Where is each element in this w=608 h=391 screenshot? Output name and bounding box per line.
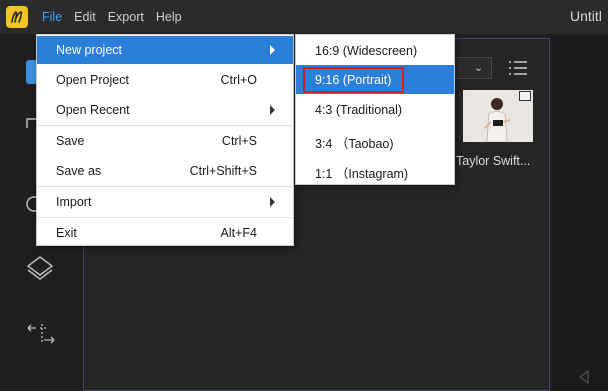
menu-item-save-as[interactable]: Save as Ctrl+Shift+S: [37, 157, 293, 185]
submenu-arrow-icon: [270, 45, 275, 55]
menu-help[interactable]: Help: [150, 0, 188, 34]
aspect-option-label: 16:9 (Widescreen): [315, 44, 418, 58]
aspect-option-label: 3:4 （Taobao): [315, 137, 394, 151]
aspect-option-label: 4:3 (Traditional): [315, 103, 403, 117]
play-back-icon[interactable]: [578, 370, 590, 384]
list-view-icon[interactable]: [508, 60, 528, 76]
menu-item-label: Save as: [56, 164, 102, 178]
menu-item-label: Open Recent: [56, 103, 130, 117]
menu-export[interactable]: Export: [102, 0, 150, 34]
new-project-submenu: 16:9 (Widescreen) 9:16 (Portrait) 4:3 (T…: [295, 34, 455, 185]
menu-file[interactable]: File: [36, 0, 68, 34]
title-bar: File Edit Export Help Untitl: [0, 0, 608, 34]
video-badge-icon: [519, 91, 531, 101]
menu-item-shortcut: Ctrl+S: [221, 134, 257, 148]
menu-item-exit[interactable]: Exit Alt+F4: [37, 219, 293, 247]
overlay-tool-icon[interactable]: [26, 254, 54, 285]
menu-item-shortcut: Alt+F4: [220, 226, 257, 240]
menu-item-label: New project: [56, 43, 122, 57]
menu-separator: [38, 217, 292, 218]
menu-item-label: Open Project: [56, 73, 129, 87]
aspect-option-label: 1:1 （Instagram): [315, 167, 409, 181]
aspect-option-3-4[interactable]: 3:4 （Taobao): [296, 125, 454, 154]
menu-item-label: Save: [56, 134, 85, 148]
menu-item-open-recent[interactable]: Open Recent: [37, 96, 293, 124]
menu-separator: [38, 125, 292, 126]
menu-item-shortcut: Ctrl+Shift+S: [189, 164, 257, 178]
aspect-option-1-1[interactable]: 1:1 （Instagram): [296, 155, 454, 184]
aspect-option-16-9[interactable]: 16:9 (Widescreen): [296, 36, 454, 65]
menu-edit[interactable]: Edit: [68, 0, 102, 34]
menu-item-label: Import: [56, 195, 92, 209]
menu-item-open-project[interactable]: Open Project Ctrl+O: [37, 66, 293, 94]
submenu-arrow-icon: [270, 197, 275, 207]
menu-item-shortcut: Ctrl+O: [220, 73, 257, 87]
thumbnail-label: Taylor Swift...: [456, 154, 531, 168]
window-title: Untitl: [570, 8, 602, 24]
menu-item-new-project[interactable]: New project: [37, 36, 293, 64]
menu-item-import[interactable]: Import: [37, 188, 293, 216]
sort-dropdown[interactable]: ⌄: [454, 57, 492, 79]
aspect-option-label: 9:16 (Portrait): [315, 73, 392, 87]
file-menu: New project Open Project Ctrl+O Open Rec…: [36, 34, 294, 246]
menu-separator: [38, 186, 292, 187]
aspect-option-4-3[interactable]: 4:3 (Traditional): [296, 95, 454, 124]
chevron-down-icon: ⌄: [474, 62, 484, 74]
preview-panel: [552, 36, 608, 391]
transition-tool-icon[interactable]: [26, 322, 58, 351]
menu-bar: File Edit Export Help: [36, 0, 188, 34]
submenu-arrow-icon: [270, 105, 275, 115]
menu-item-label: Exit: [56, 226, 77, 240]
app-logo-icon: [6, 6, 28, 28]
menu-item-save[interactable]: Save Ctrl+S: [37, 127, 293, 155]
aspect-option-9-16[interactable]: 9:16 (Portrait): [296, 65, 454, 94]
